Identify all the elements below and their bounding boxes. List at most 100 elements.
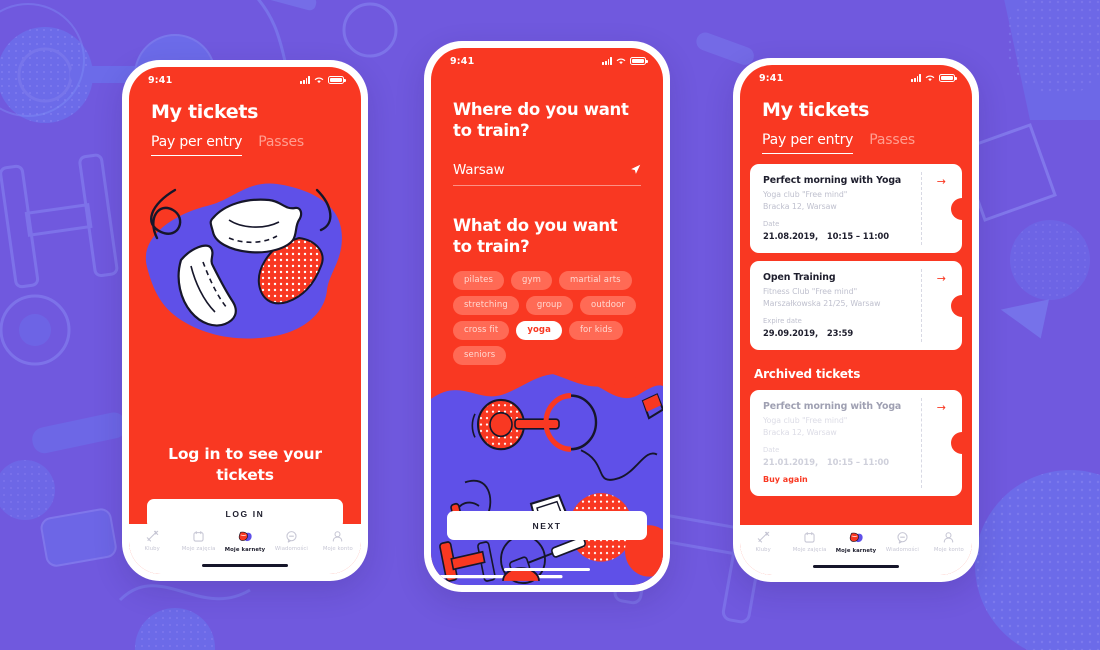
chip-group[interactable]: group xyxy=(525,295,574,315)
question-where: Where do you want to train? xyxy=(453,100,629,140)
signal-icon xyxy=(602,57,612,65)
nav-item-moje-konto[interactable]: Moje konto xyxy=(926,531,972,553)
chip-for-kids[interactable]: for kids xyxy=(568,320,624,340)
person-icon xyxy=(333,531,343,542)
chip-stretching[interactable]: stretching xyxy=(453,295,519,315)
tickets-illustration-art xyxy=(145,183,342,339)
status-bar: 9:41 xyxy=(129,67,361,93)
table-row[interactable]: Perfect morning with Yoga Yoga club "Fre… xyxy=(750,390,972,496)
chip-seniors[interactable]: seniors xyxy=(453,345,507,365)
location-arrow-icon[interactable] xyxy=(630,164,641,175)
ticket-date: 21.01.2019, xyxy=(763,457,819,467)
ticket-time: 10:15 – 11:00 xyxy=(826,231,889,241)
nav-label: Moje karnety xyxy=(835,548,877,554)
phone2-body: Where do you want to train? Warsaw What … xyxy=(431,74,663,585)
calendar-icon xyxy=(193,531,204,542)
table-row[interactable]: Open Training Fitness Club "Free mind" M… xyxy=(750,261,972,350)
nav-item-wiadomosci[interactable]: Wiadomości xyxy=(268,530,314,552)
nav-label: Moje zajęcia xyxy=(181,546,216,552)
chip-gym[interactable]: gym xyxy=(511,270,553,290)
table-row[interactable]: Perfect morning with Yoga Yoga club "Fre… xyxy=(750,164,972,253)
gym-illustration-art xyxy=(431,370,663,585)
status-indicators xyxy=(300,76,346,84)
status-bar: 9:41 xyxy=(431,48,663,74)
wifi-icon xyxy=(616,58,626,65)
wifi-icon xyxy=(925,75,935,82)
tickets-illustration: Log in to see your tickets LOG IN xyxy=(129,156,361,574)
nav-label: Moje karnety xyxy=(224,547,266,553)
battery-icon xyxy=(328,76,346,84)
ticket-tabs: Pay per entry Passes xyxy=(129,134,361,156)
phone-mockup-3: 9:41 My tickets Pay per entry Passes Per… xyxy=(733,58,979,582)
chevron-right-icon[interactable]: → xyxy=(937,402,946,413)
phone1-screen: 9:41 My tickets Pay per entry Passes Log… xyxy=(129,67,361,574)
home-indicator xyxy=(813,564,899,568)
phone2-screen: 9:41 Where do you want to train? Warsaw … xyxy=(431,48,663,585)
signal-icon xyxy=(300,76,310,84)
person-icon xyxy=(944,532,954,543)
dumbbell-icon xyxy=(757,531,769,543)
status-time: 9:41 xyxy=(759,72,784,84)
chip-outdoor[interactable]: outdoor xyxy=(580,295,636,315)
perforation-line xyxy=(921,398,922,488)
phone3-screen: 9:41 My tickets Pay per entry Passes Per… xyxy=(740,65,972,575)
calendar-icon xyxy=(804,532,815,543)
tickets-icon xyxy=(238,531,252,542)
chip-cross-fit[interactable]: cross fit xyxy=(453,320,510,340)
home-indicator xyxy=(504,567,590,571)
phone-mockup-1: 9:41 My tickets Pay per entry Passes Log… xyxy=(122,60,368,581)
page-title: My tickets xyxy=(762,99,870,121)
nav-item-wiadomosci[interactable]: Wiadomości xyxy=(879,531,925,553)
status-indicators xyxy=(602,57,648,65)
login-caption: Log in to see your tickets xyxy=(168,445,322,485)
dumbbell-icon xyxy=(146,530,158,542)
category-chips: pilates gym martial arts stretching grou… xyxy=(431,258,663,365)
nav-label: Kluby xyxy=(755,547,771,553)
signal-icon xyxy=(911,74,921,82)
page-title: My tickets xyxy=(151,101,259,123)
nav-item-moje-karnety[interactable]: Moje karnety xyxy=(833,531,879,554)
chip-pilates[interactable]: pilates xyxy=(453,270,505,290)
status-bar: 9:41 xyxy=(740,65,972,91)
nav-item-kluby[interactable]: Kluby xyxy=(740,531,786,553)
tab-pay-per-entry[interactable]: Pay per entry xyxy=(151,134,242,156)
chip-yoga[interactable]: yoga xyxy=(516,320,562,340)
nav-item-moje-zajecia[interactable]: Moje zajęcia xyxy=(175,530,221,552)
ticket-date: 21.08.2019, xyxy=(763,231,819,241)
phone-mockup-2: 9:41 Where do you want to train? Warsaw … xyxy=(424,41,670,592)
status-time: 9:41 xyxy=(450,55,475,67)
nav-item-moje-konto[interactable]: Moje konto xyxy=(315,530,361,552)
city-input[interactable]: Warsaw xyxy=(453,162,505,178)
next-button[interactable]: NEXT xyxy=(447,511,647,540)
tab-passes[interactable]: Passes xyxy=(258,134,304,156)
archived-header: Archived tickets xyxy=(754,367,861,381)
tickets-icon xyxy=(849,532,863,543)
nav-item-kluby[interactable]: Kluby xyxy=(129,530,175,552)
nav-label: Kluby xyxy=(144,546,160,552)
chat-icon xyxy=(286,531,297,543)
city-field[interactable]: Warsaw xyxy=(453,162,641,186)
chevron-right-icon[interactable]: → xyxy=(937,273,946,284)
tickets-list[interactable]: Perfect morning with Yoga Yoga club "Fre… xyxy=(740,154,972,575)
tab-passes[interactable]: Passes xyxy=(869,132,915,154)
status-indicators xyxy=(911,74,957,82)
nav-item-moje-zajecia[interactable]: Moje zajęcia xyxy=(786,531,832,553)
battery-icon xyxy=(939,74,957,82)
chip-martial-arts[interactable]: martial arts xyxy=(559,270,632,290)
status-time: 9:41 xyxy=(148,74,173,86)
chevron-right-icon[interactable]: → xyxy=(937,176,946,187)
ticket-notch xyxy=(951,197,972,220)
nav-label: Moje konto xyxy=(933,547,964,553)
ticket-time: 10:15 – 11:00 xyxy=(826,457,889,467)
nav-label: Wiadomości xyxy=(885,547,919,553)
ticket-notch xyxy=(951,294,972,317)
nav-label: Moje zajęcia xyxy=(792,547,827,553)
gym-equipment-illustration xyxy=(431,370,663,585)
home-indicator xyxy=(202,563,288,567)
ticket-date: 29.09.2019, xyxy=(763,328,819,338)
question-what: What do you want to train? xyxy=(453,215,618,256)
tab-pay-per-entry[interactable]: Pay per entry xyxy=(762,132,853,154)
ticket-tabs: Pay per entry Passes xyxy=(740,132,972,154)
nav-label: Moje konto xyxy=(322,546,353,552)
nav-item-moje-karnety[interactable]: Moje karnety xyxy=(222,530,268,553)
